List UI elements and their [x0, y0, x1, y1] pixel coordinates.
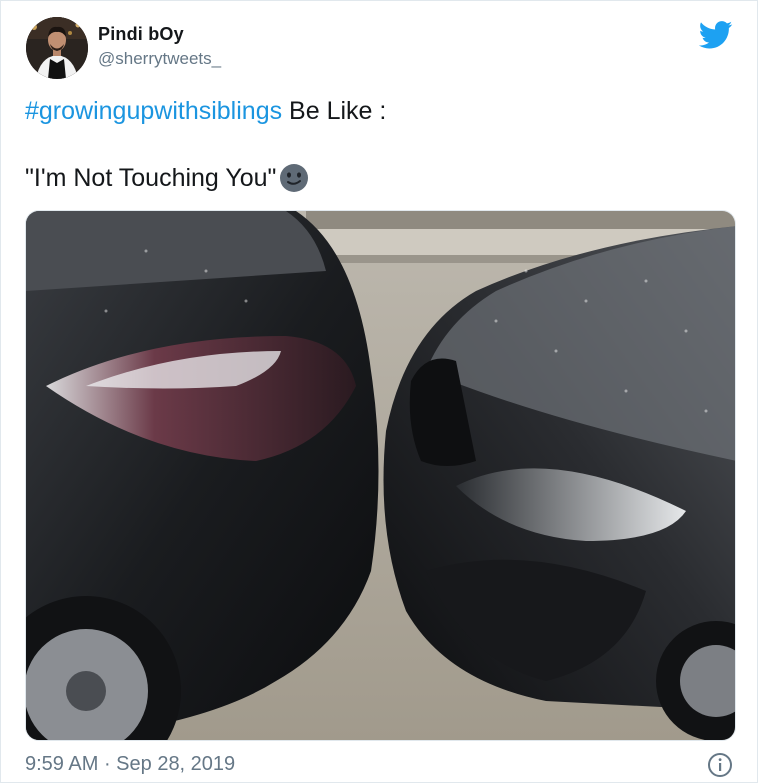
display-name[interactable]: Pindi bOy [98, 24, 184, 45]
two-black-cars-touching-photo-icon [26, 211, 735, 740]
tweet-date: Sep 28, 2019 [116, 753, 236, 775]
tweet-timestamp[interactable]: 9:59 AM · Sep 28, 2019 [25, 753, 235, 776]
tweet-time: 9:59 AM [25, 753, 99, 775]
tweet-text-line-1: #growingupwithsiblings Be Like : [25, 97, 386, 126]
tweet-quote-text: "I'm Not Touching You" [25, 163, 277, 192]
avatar[interactable] [26, 17, 88, 79]
info-icon[interactable] [707, 752, 733, 778]
profile-photo-icon [26, 17, 88, 79]
twitter-bird-icon[interactable] [699, 21, 733, 49]
tweet-photo[interactable] [25, 210, 736, 741]
smirking-face-emoji-icon [280, 164, 309, 192]
hashtag-link[interactable]: #growingupwithsiblings [25, 97, 282, 125]
user-handle[interactable]: @sherrytweets_ [98, 49, 221, 69]
timestamp-separator: · [98, 753, 117, 775]
tweet-card: Pindi bOy @sherrytweets_ #growingupwiths… [0, 0, 758, 783]
tweet-text-line-2: "I'm Not Touching You" [25, 163, 309, 193]
tweet-text-be-like: Be Like : [282, 97, 387, 125]
